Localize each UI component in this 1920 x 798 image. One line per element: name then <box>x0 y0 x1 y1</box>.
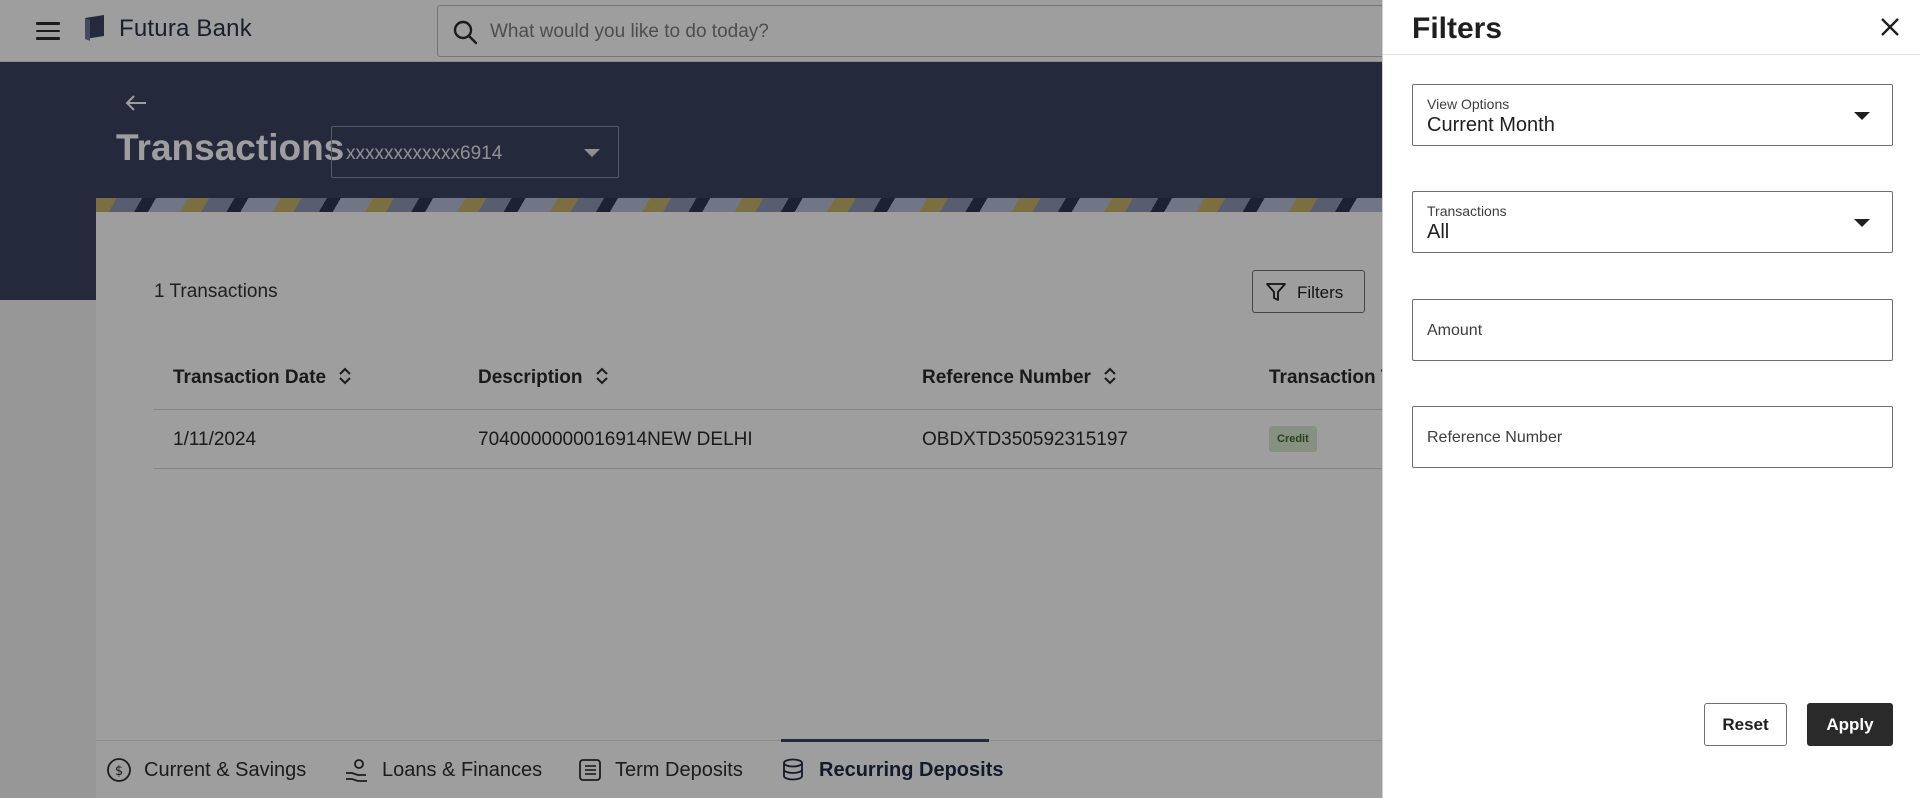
view-options-label: View Options <box>1427 96 1510 112</box>
transactions-select[interactable]: Transactions All <box>1412 191 1893 253</box>
view-options-select[interactable]: View Options Current Month <box>1412 84 1893 146</box>
drawer-title: Filters <box>1412 12 1503 45</box>
close-icon[interactable] <box>1879 16 1901 38</box>
reset-button[interactable]: Reset <box>1704 703 1787 746</box>
amount-placeholder: Amount <box>1427 322 1483 339</box>
drawer-header: Filters <box>1383 0 1920 55</box>
transactions-value: All <box>1427 221 1450 243</box>
chevron-down-icon <box>1854 112 1870 120</box>
modal-backdrop[interactable] <box>0 0 1382 798</box>
transactions-label: Transactions <box>1427 203 1507 219</box>
chevron-down-icon <box>1854 219 1870 227</box>
reference-number-field[interactable]: Reference Number <box>1412 406 1893 468</box>
filters-drawer: Filters View Options Current Month Trans… <box>1382 0 1920 798</box>
amount-field[interactable]: Amount <box>1412 299 1893 361</box>
apply-button[interactable]: Apply <box>1807 703 1893 746</box>
reference-number-placeholder: Reference Number <box>1427 429 1563 446</box>
view-options-value: Current Month <box>1427 114 1555 136</box>
